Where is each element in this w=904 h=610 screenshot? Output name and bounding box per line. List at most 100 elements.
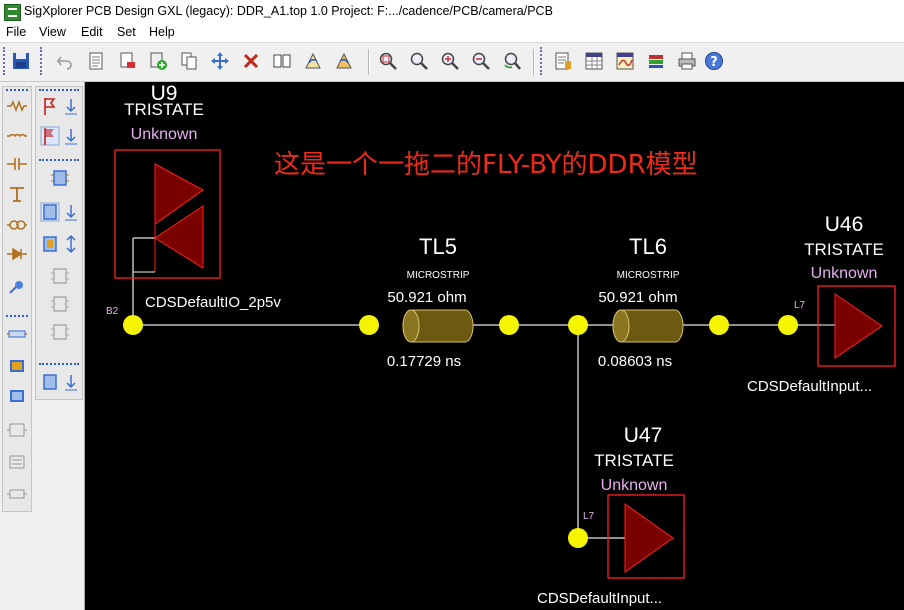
schematic-canvas[interactable]: U9 TRISTATE Unknown B2 CDSDefaultIO_2p5v… xyxy=(85,82,904,610)
toolbar-grip-2[interactable] xyxy=(40,47,44,75)
terminator-icon[interactable] xyxy=(6,183,28,205)
palette-grip-5[interactable] xyxy=(39,363,79,367)
u47-pin: L7 xyxy=(583,511,595,522)
zoom-out-icon[interactable] xyxy=(471,51,491,71)
package-3-icon[interactable] xyxy=(49,293,71,315)
spreadsheet-icon[interactable] xyxy=(584,51,604,71)
node-tl5-out xyxy=(499,315,519,335)
toolbar-separator-2 xyxy=(533,49,534,75)
pin-icon[interactable] xyxy=(6,385,28,407)
menu-set[interactable]: Set xyxy=(117,25,136,39)
cpu-icon[interactable] xyxy=(49,167,71,189)
toolbar-grip[interactable] xyxy=(3,47,7,75)
u46-model: CDSDefaultInput... xyxy=(747,378,872,395)
zoom-previous-icon[interactable] xyxy=(502,51,522,71)
resistor-icon[interactable] xyxy=(6,95,28,117)
svg-text:?: ? xyxy=(710,55,718,70)
probe-icon[interactable] xyxy=(6,277,28,299)
node-u9-pin xyxy=(123,315,143,335)
u47-receiver-triangle xyxy=(624,503,674,573)
zoom-window-icon[interactable] xyxy=(409,51,429,71)
flag-hatched-icon[interactable] xyxy=(39,125,61,147)
app-icon xyxy=(4,4,21,21)
bus-icon[interactable] xyxy=(6,483,28,505)
menu-bar: File View Edit Set Help xyxy=(0,24,904,43)
package-down-icon[interactable] xyxy=(39,371,61,393)
inductor-icon[interactable] xyxy=(6,123,28,145)
net-wires[interactable] xyxy=(132,237,820,539)
u9-status: Unknown xyxy=(131,126,198,143)
save-icon[interactable] xyxy=(11,51,31,71)
menu-help[interactable]: Help xyxy=(149,25,175,39)
u47-status: Unknown xyxy=(601,477,668,494)
measurement-icon[interactable] xyxy=(646,51,666,71)
undo-icon[interactable] xyxy=(55,51,75,71)
new-sheet-icon[interactable] xyxy=(86,51,106,71)
menu-view[interactable]: View xyxy=(39,25,66,39)
analyze-icon[interactable] xyxy=(615,51,635,71)
palette-grip-2[interactable] xyxy=(6,315,28,319)
tl5-type: MICROSTRIP xyxy=(407,270,470,281)
u9-mode: TRISTATE xyxy=(124,100,204,119)
rotate-right-icon[interactable] xyxy=(334,51,354,71)
u46-pin: L7 xyxy=(794,300,806,311)
u9-pin: B2 xyxy=(106,306,119,317)
u46-mode: TRISTATE xyxy=(804,240,884,259)
move-icon[interactable] xyxy=(210,51,230,71)
mirror-icon[interactable] xyxy=(272,51,292,71)
u46-refdes: U46 xyxy=(825,213,864,236)
print-icon[interactable] xyxy=(677,51,697,71)
u47-refdes: U47 xyxy=(624,424,663,447)
u47-mode: TRISTATE xyxy=(594,451,674,470)
capacitor-icon[interactable] xyxy=(6,153,28,175)
add-part-icon[interactable] xyxy=(148,51,168,71)
ic-block-icon[interactable] xyxy=(6,355,28,377)
u9-model: CDSDefaultIO_2p5v xyxy=(145,294,281,311)
tl6-type: MICROSTRIP xyxy=(617,270,680,281)
package-4-icon[interactable] xyxy=(49,321,71,343)
palette-grip[interactable] xyxy=(6,89,28,93)
u46-receiver-triangle xyxy=(834,293,883,359)
flag-icon[interactable] xyxy=(39,95,61,117)
toolbar-grip-3[interactable] xyxy=(540,47,544,75)
via-icon[interactable] xyxy=(6,419,28,441)
copy-icon[interactable] xyxy=(179,51,199,71)
tl5-name: TL5 xyxy=(419,234,457,259)
tline-tl5[interactable]: TL5 MICROSTRIP 50.921 ohm 0.17729 ns xyxy=(387,234,474,370)
parameters-icon[interactable] xyxy=(553,51,573,71)
node-tl5-in xyxy=(359,315,379,335)
palette-grip-3[interactable] xyxy=(39,89,79,93)
tl6-delay: 0.08603 ns xyxy=(598,353,672,370)
arrow-down-icon-2[interactable] xyxy=(60,371,82,393)
zoom-fit-icon[interactable] xyxy=(378,51,398,71)
diode-icon[interactable] xyxy=(6,243,28,265)
cable-icon[interactable] xyxy=(6,451,28,473)
palette-grip-4[interactable] xyxy=(39,159,79,163)
zoom-in-icon[interactable] xyxy=(440,51,460,71)
menu-edit[interactable]: Edit xyxy=(81,25,103,39)
u46-status: Unknown xyxy=(811,265,878,282)
chip-updown-icon[interactable] xyxy=(39,201,61,223)
title-bar: SigXplorer PCB Design GXL (legacy): DDR_… xyxy=(0,0,904,25)
arrow-updown-icon[interactable] xyxy=(60,233,82,255)
rotate-left-icon[interactable] xyxy=(303,51,323,71)
package-icon[interactable] xyxy=(39,233,61,255)
transformer-icon[interactable] xyxy=(6,213,28,235)
node-tl6-out xyxy=(709,315,729,335)
tline-tl6[interactable]: TL6 MICROSTRIP 50.921 ohm 0.08603 ns xyxy=(598,234,684,370)
node-u47-pin xyxy=(568,528,588,548)
net-nodes[interactable] xyxy=(123,315,798,548)
connector-icon[interactable] xyxy=(6,323,28,345)
arrow-down-icon[interactable] xyxy=(60,201,82,223)
part-u46[interactable]: U46 TRISTATE Unknown L7 CDSDefaultInput.… xyxy=(747,213,896,395)
package-2-icon[interactable] xyxy=(49,265,71,287)
chip-down-icon-2[interactable] xyxy=(60,125,82,147)
menu-file[interactable]: File xyxy=(6,25,26,39)
tl5-impedance: 50.921 ohm xyxy=(387,289,466,306)
part-u47[interactable]: U47 TRISTATE Unknown L7 CDSDefaultInput.… xyxy=(537,424,685,607)
erase-icon[interactable] xyxy=(117,51,137,71)
help-icon[interactable]: ? xyxy=(704,51,724,71)
delete-icon[interactable] xyxy=(241,51,261,71)
chip-down-icon[interactable] xyxy=(60,95,82,117)
palette-column-2 xyxy=(35,86,83,400)
